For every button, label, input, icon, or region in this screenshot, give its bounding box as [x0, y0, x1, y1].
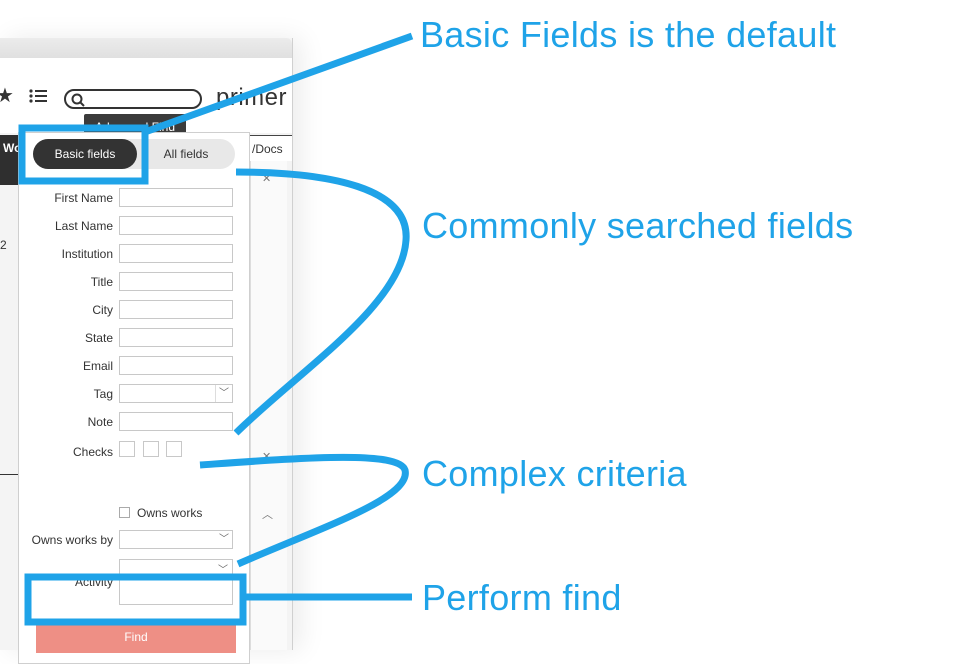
annotation-perform: Perform find — [422, 577, 622, 618]
basic-fields-highlight-box — [18, 124, 149, 185]
annotation-overlay — [18, 32, 414, 626]
annotation-basic-fields: Basic Fields is the default — [420, 14, 837, 55]
annotation-common-fields: Commonly searched fields — [422, 205, 854, 246]
pointer-line-basic-fields — [143, 32, 414, 136]
pointer-line-common-fields — [233, 168, 410, 436]
annotation-complex: Complex criteria — [422, 453, 687, 494]
pointer-line-complex — [199, 453, 409, 568]
find-highlight-box — [24, 573, 247, 626]
